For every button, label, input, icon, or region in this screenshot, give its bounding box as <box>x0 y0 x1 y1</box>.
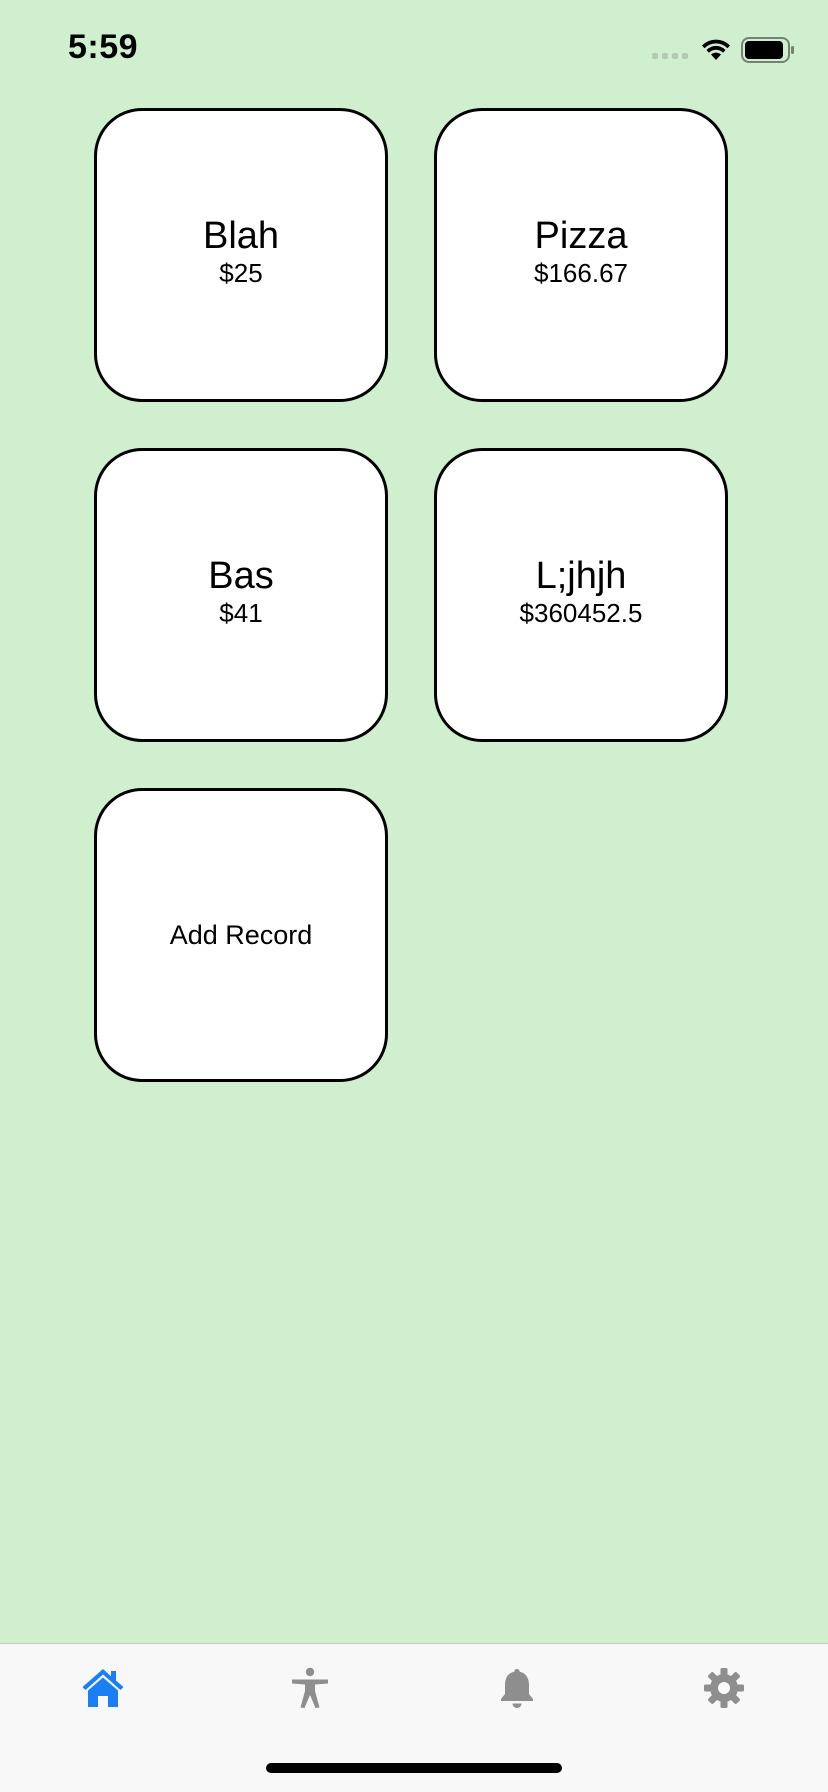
tab-notifications[interactable] <box>487 1658 547 1718</box>
add-record-label: Add Record <box>169 920 313 950</box>
record-name: L;jhjh <box>535 555 627 597</box>
tab-home[interactable] <box>73 1658 133 1718</box>
record-card[interactable]: Bas $41 <box>94 448 388 742</box>
status-bar: 5:59 <box>0 0 828 100</box>
status-time: 5:59 <box>68 28 139 66</box>
record-amount: $360452.5 <box>519 598 643 628</box>
record-amount: $166.67 <box>534 258 628 288</box>
add-record-button[interactable]: Add Record <box>94 788 388 1082</box>
record-amount: $25 <box>219 258 263 288</box>
record-card[interactable]: L;jhjh $360452.5 <box>434 448 728 742</box>
gear-icon <box>704 1668 744 1708</box>
battery-icon <box>741 37 794 63</box>
home-indicator[interactable] <box>266 1763 562 1773</box>
record-card[interactable]: Blah $25 <box>94 108 388 402</box>
accessibility-icon <box>292 1667 328 1708</box>
record-card[interactable]: Pizza $166.67 <box>434 108 728 402</box>
record-name: Bas <box>208 555 274 597</box>
cellular-signal-icon <box>652 53 688 59</box>
tab-settings[interactable] <box>694 1658 754 1718</box>
bell-icon <box>501 1669 533 1708</box>
wifi-icon <box>702 39 730 60</box>
record-amount: $41 <box>219 598 263 628</box>
record-name: Pizza <box>534 215 628 257</box>
tab-accessibility[interactable] <box>280 1658 340 1718</box>
record-name: Blah <box>202 215 280 257</box>
house-icon <box>82 1669 124 1707</box>
